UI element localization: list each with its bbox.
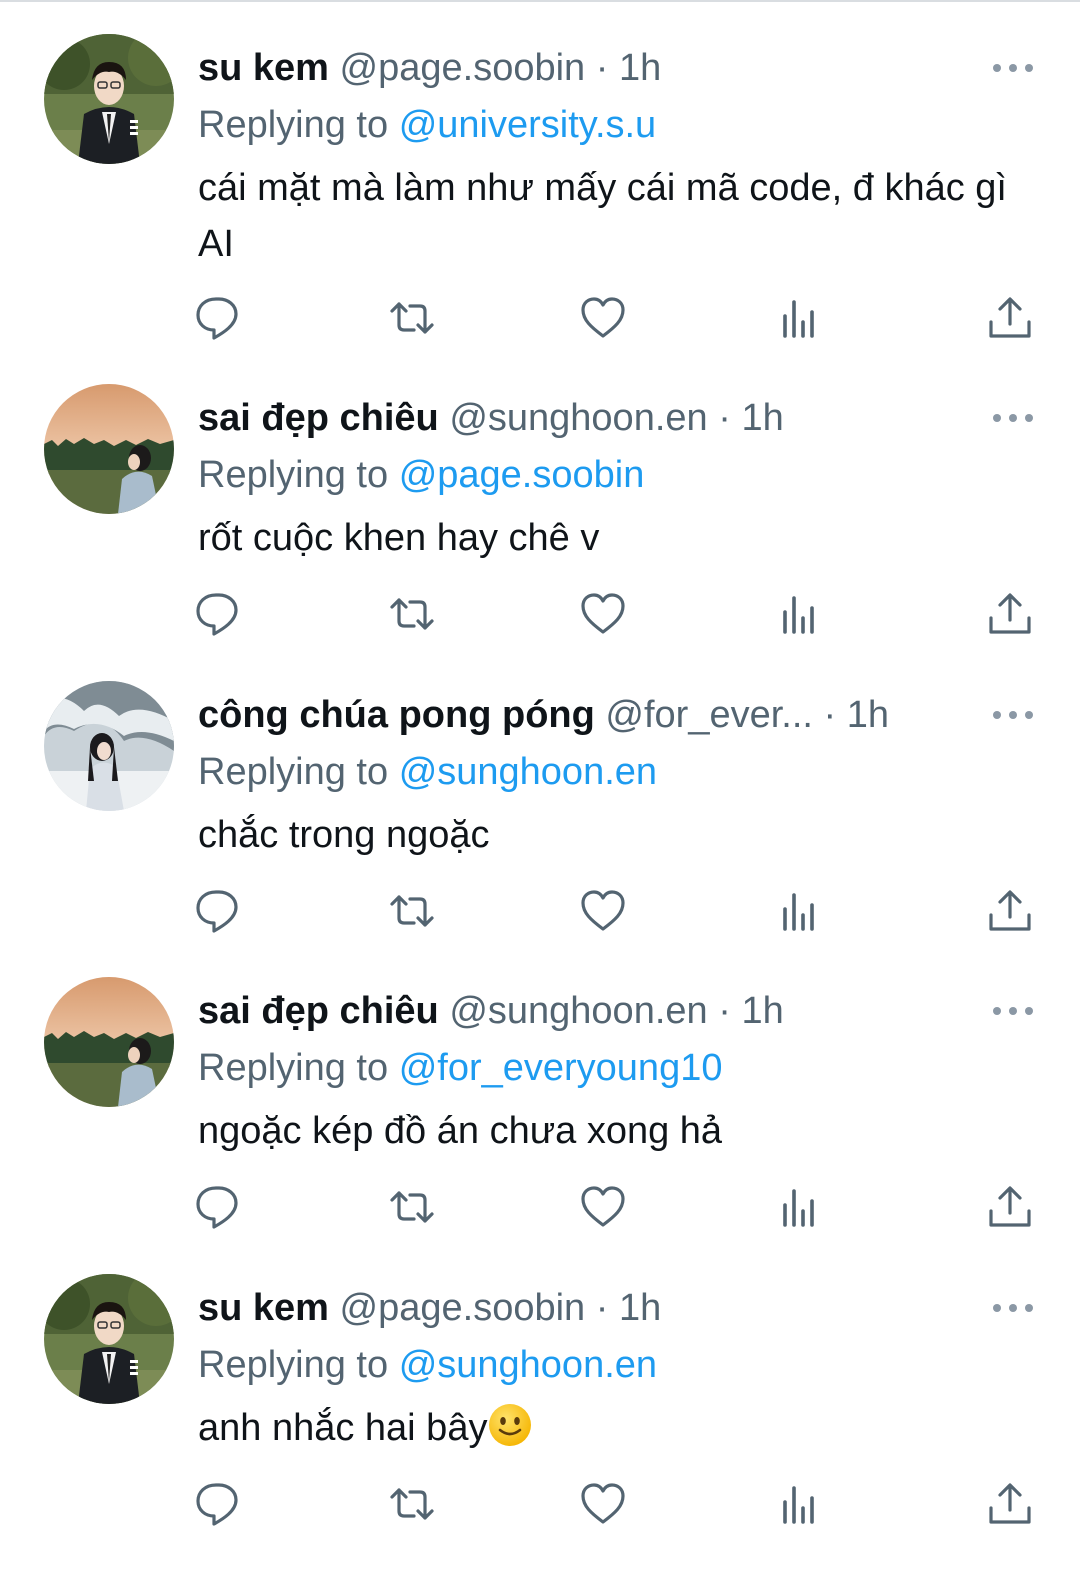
tweet-text: rốt cuộc khen hay chê v [198, 517, 600, 559]
replying-to-label: Replying to [198, 1344, 389, 1386]
avatar[interactable] [44, 384, 174, 514]
tweet-actions [0, 588, 1080, 640]
display-name[interactable]: sai đẹp chiêu [198, 397, 439, 439]
tweet-header: sai đẹp chiêu @sunghoon.en · 1h [198, 983, 784, 1039]
reply-icon[interactable] [192, 588, 244, 640]
reply-mention-link[interactable]: @sunghoon.en [399, 751, 657, 793]
tweet[interactable]: su kem @page.soobin · 1h Replying to @su… [0, 1240, 1080, 1536]
user-handle[interactable]: @page.soobin [340, 1287, 586, 1329]
more-options-icon[interactable] [990, 1001, 1036, 1021]
timestamp[interactable]: 1h [741, 990, 783, 1032]
tweet-header: su kem @page.soobin · 1h [198, 40, 661, 96]
tweet-header: công chúa pong póng @for_ever... · 1h [198, 687, 889, 743]
separator-dot: · [718, 990, 731, 1032]
share-icon[interactable] [984, 1478, 1036, 1530]
retweet-icon[interactable] [386, 292, 438, 344]
tweet-text-content: anh nhắc hai bây [198, 1407, 488, 1449]
retweet-icon[interactable] [386, 1181, 438, 1233]
slightly-smiling-face-icon [487, 1402, 533, 1448]
reply-icon[interactable] [192, 885, 244, 937]
reply-icon[interactable] [192, 1478, 244, 1530]
user-handle[interactable]: @sunghoon.en [449, 397, 707, 439]
tweet-text: ngoặc kép đồ án chưa xong hả [198, 1110, 723, 1152]
views-icon[interactable] [772, 885, 824, 937]
share-icon[interactable] [984, 885, 1036, 937]
separator-dot: · [823, 694, 837, 736]
user-handle[interactable]: @sunghoon.en [449, 990, 707, 1032]
tweet[interactable]: công chúa pong póng @for_ever... · 1h Re… [0, 647, 1080, 943]
replying-to: Replying to @university.s.u [198, 97, 656, 153]
like-icon[interactable] [577, 1181, 629, 1233]
tweet[interactable]: sai đẹp chiêu @sunghoon.en · 1h Replying… [0, 943, 1080, 1239]
timestamp[interactable]: 1h [847, 694, 889, 736]
more-options-icon[interactable] [990, 1298, 1036, 1318]
reply-icon[interactable] [192, 292, 244, 344]
tweet[interactable]: su kem @page.soobin · 1h Replying to @un… [0, 0, 1080, 340]
separator-dot: · [595, 1287, 609, 1329]
display-name[interactable]: công chúa pong póng [198, 694, 595, 736]
user-handle[interactable]: @page.soobin [340, 47, 586, 89]
replying-to: Replying to @sunghoon.en [198, 744, 657, 800]
replying-to-label: Replying to [198, 454, 389, 496]
separator-dot: · [595, 47, 609, 89]
replying-to: Replying to @sunghoon.en [198, 1337, 657, 1393]
views-icon[interactable] [772, 1181, 824, 1233]
reply-mention-link[interactable]: @university.s.u [399, 104, 657, 146]
like-icon[interactable] [577, 292, 629, 344]
tweet-header: su kem @page.soobin · 1h [198, 1280, 661, 1336]
replying-to-label: Replying to [198, 104, 389, 146]
share-icon[interactable] [984, 1181, 1036, 1233]
display-name[interactable]: su kem [198, 47, 329, 89]
replying-to: Replying to @page.soobin [198, 447, 644, 503]
retweet-icon[interactable] [386, 885, 438, 937]
reply-mention-link[interactable]: @page.soobin [399, 454, 645, 496]
tweet[interactable]: sai đẹp chiêu @sunghoon.en · 1h Replying… [0, 350, 1080, 646]
user-handle[interactable]: @for_ever... [605, 694, 813, 736]
separator-dot: · [718, 397, 731, 439]
timestamp[interactable]: 1h [619, 47, 661, 89]
views-icon[interactable] [772, 292, 824, 344]
tweet-header: sai đẹp chiêu @sunghoon.en · 1h [198, 390, 784, 446]
like-icon[interactable] [577, 1478, 629, 1530]
avatar[interactable] [44, 977, 174, 1107]
timestamp[interactable]: 1h [741, 397, 783, 439]
avatar[interactable] [44, 681, 174, 811]
more-options-icon[interactable] [990, 408, 1036, 428]
retweet-icon[interactable] [386, 588, 438, 640]
like-icon[interactable] [577, 885, 629, 937]
timestamp[interactable]: 1h [619, 1287, 661, 1329]
like-icon[interactable] [577, 588, 629, 640]
reply-mention-link[interactable]: @sunghoon.en [399, 1344, 657, 1386]
tweet-text: cái mặt mà làm như mấy cái mã code, đ kh… [198, 167, 1007, 265]
tweet-text: anh nhắc hai bây [198, 1400, 1028, 1456]
views-icon[interactable] [772, 588, 824, 640]
tweet-actions [0, 885, 1080, 937]
tweet-actions [0, 1181, 1080, 1233]
display-name[interactable]: su kem [198, 1287, 329, 1329]
more-options-icon[interactable] [990, 58, 1036, 78]
retweet-icon[interactable] [386, 1478, 438, 1530]
replying-to-label: Replying to [198, 751, 389, 793]
views-icon[interactable] [772, 1478, 824, 1530]
share-icon[interactable] [984, 292, 1036, 344]
avatar[interactable] [44, 34, 174, 164]
share-icon[interactable] [984, 588, 1036, 640]
tweet-text: chắc trong ngoặc [198, 814, 490, 856]
avatar[interactable] [44, 1274, 174, 1404]
tweet-actions [0, 292, 1080, 344]
more-options-icon[interactable] [990, 705, 1036, 725]
reply-icon[interactable] [192, 1181, 244, 1233]
replying-to-label: Replying to [198, 1047, 389, 1089]
display-name[interactable]: sai đẹp chiêu [198, 990, 439, 1032]
reply-mention-link[interactable]: @for_everyoung10 [399, 1047, 723, 1089]
tweet-actions [0, 1478, 1080, 1530]
replying-to: Replying to @for_everyoung10 [198, 1040, 722, 1096]
